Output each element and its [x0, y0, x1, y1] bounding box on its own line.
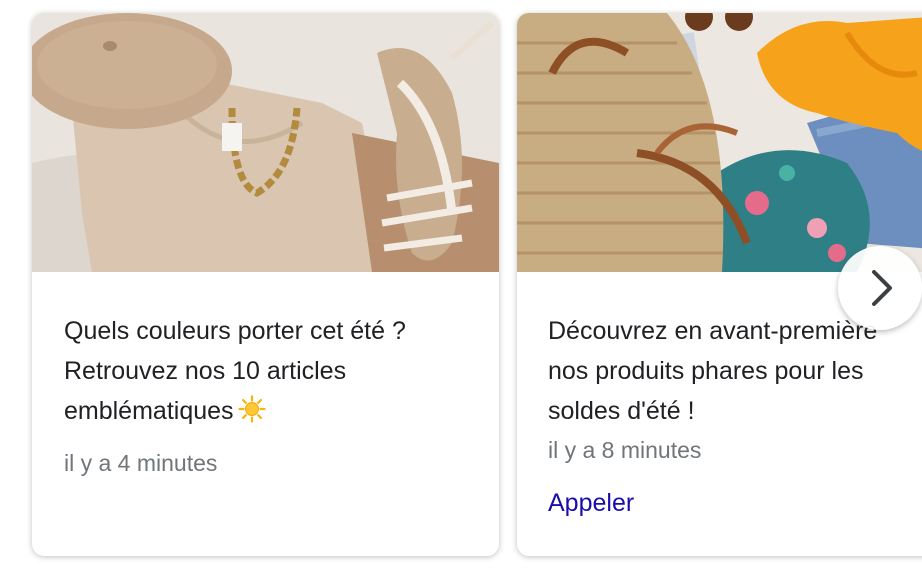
- post-timestamp: il y a 4 minutes: [64, 450, 218, 476]
- carousel-next-button[interactable]: [838, 246, 922, 330]
- post-title[interactable]: Découvrez en avant-première nos produits…: [548, 311, 922, 431]
- sun-icon: [237, 395, 266, 423]
- post-carousel: Quels couleurs porter cet été ? Retrouve…: [0, 0, 922, 576]
- chevron-right-icon: [872, 270, 892, 306]
- post-image-beach[interactable]: [517, 13, 922, 272]
- post-card-summer-colors[interactable]: Quels couleurs porter cet été ? Retrouve…: [32, 13, 499, 556]
- post-timestamp: il y a 8 minutes: [548, 437, 702, 463]
- post-title-line: Quels couleurs porter cet été ?: [64, 317, 406, 345]
- post-title[interactable]: Quels couleurs porter cet été ? Retrouve…: [64, 311, 464, 431]
- call-button[interactable]: Appeler: [548, 489, 634, 518]
- clothing-flatlay-image: [32, 13, 499, 272]
- post-title-line: Retrouvez nos 10 articles: [64, 357, 347, 385]
- post-title-line: soldes d'été !: [548, 397, 695, 425]
- post-title-line: Découvrez en avant-première: [548, 317, 878, 345]
- post-title-line: nos produits phares pour les: [548, 357, 864, 385]
- post-title-line: emblématiques: [64, 397, 234, 425]
- straw-bag-flatlay-image: [517, 13, 922, 272]
- post-image-clothing[interactable]: [32, 13, 499, 272]
